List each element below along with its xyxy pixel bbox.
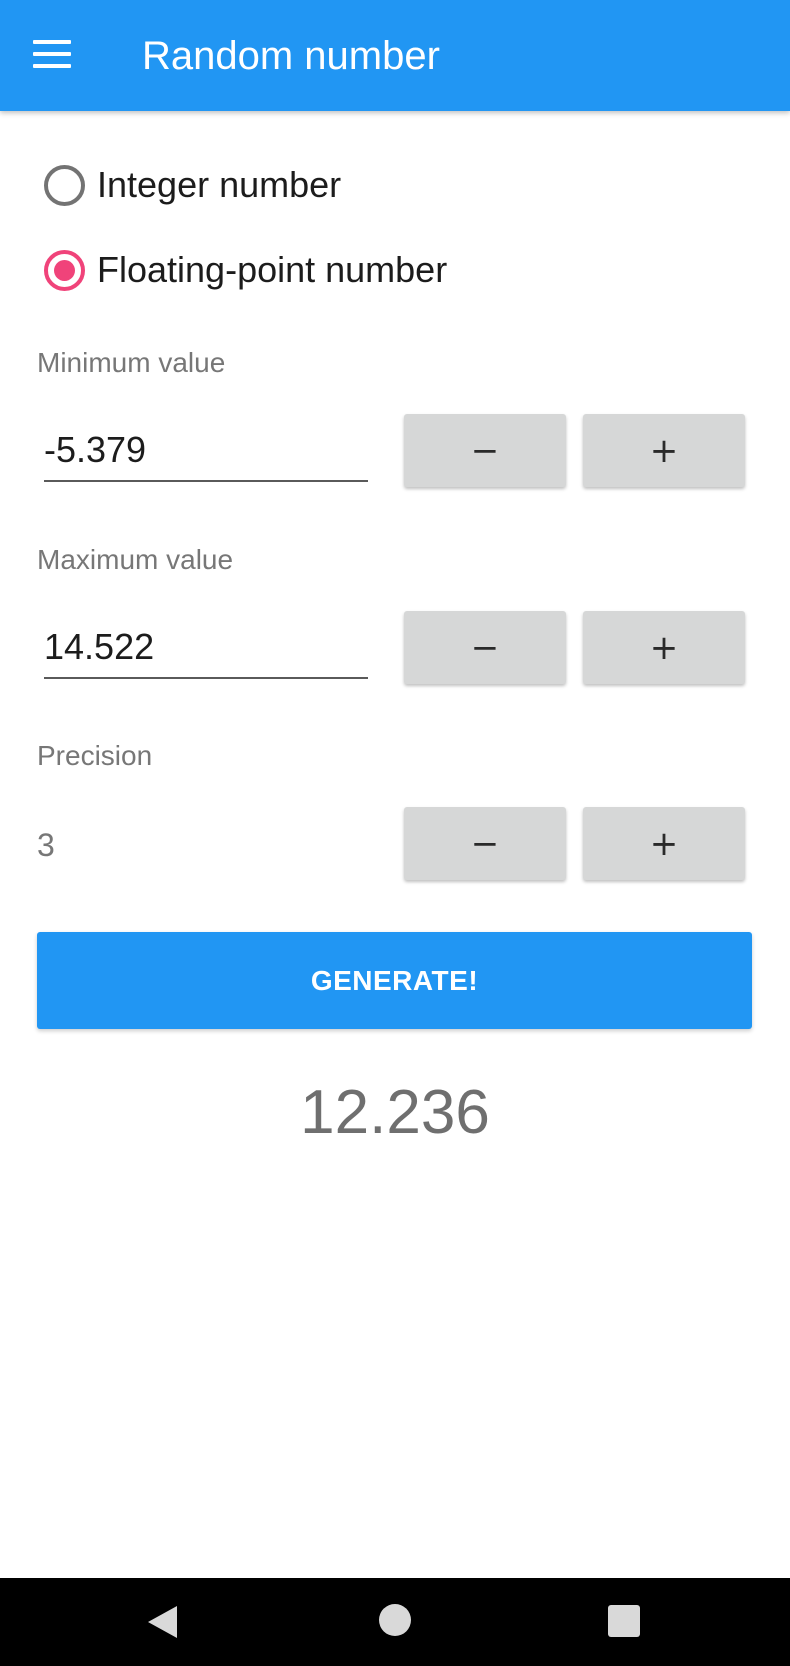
hamburger-menu-icon[interactable] [22,28,82,80]
radio-dot [54,259,75,281]
home-icon[interactable] [379,1604,411,1636]
recent-apps-icon[interactable] [608,1605,640,1637]
maximum-increment-button[interactable]: + [583,611,745,684]
maximum-value-input[interactable] [44,619,368,675]
maximum-value-label: Maximum value [37,544,234,575]
app-title: Random number [142,34,440,78]
back-icon[interactable] [145,1604,181,1640]
radio-integer-number[interactable]: Integer number [44,157,341,213]
system-navigation-bar [0,1578,790,1666]
app-bar: Random number [0,0,790,111]
maximum-value-field-wrapper [44,619,368,679]
generate-button[interactable]: GENERATE! [37,932,752,1029]
minimum-value-label: Minimum value [37,347,226,378]
radio-integer-label: Integer number [97,164,342,205]
minimum-value-field-wrapper [44,422,368,482]
radio-checked-icon[interactable] [44,249,85,291]
radio-unchecked-icon[interactable] [44,164,85,206]
precision-label: Precision [37,740,153,771]
generated-result: 12.236 [300,1078,490,1147]
precision-increment-button[interactable]: + [583,807,745,880]
minimum-decrement-button[interactable]: − [404,414,566,487]
radio-floating-point-number[interactable]: Floating-point number [44,242,447,298]
precision-value: 3 [37,827,55,863]
maximum-decrement-button[interactable]: − [404,611,566,684]
precision-decrement-button[interactable]: − [404,807,566,880]
minimum-increment-button[interactable]: + [583,414,745,487]
screen: Random number Integer number Floating-po… [0,0,790,1666]
radio-floating-point-label: Floating-point number [97,249,448,290]
minimum-value-input[interactable] [44,422,368,478]
